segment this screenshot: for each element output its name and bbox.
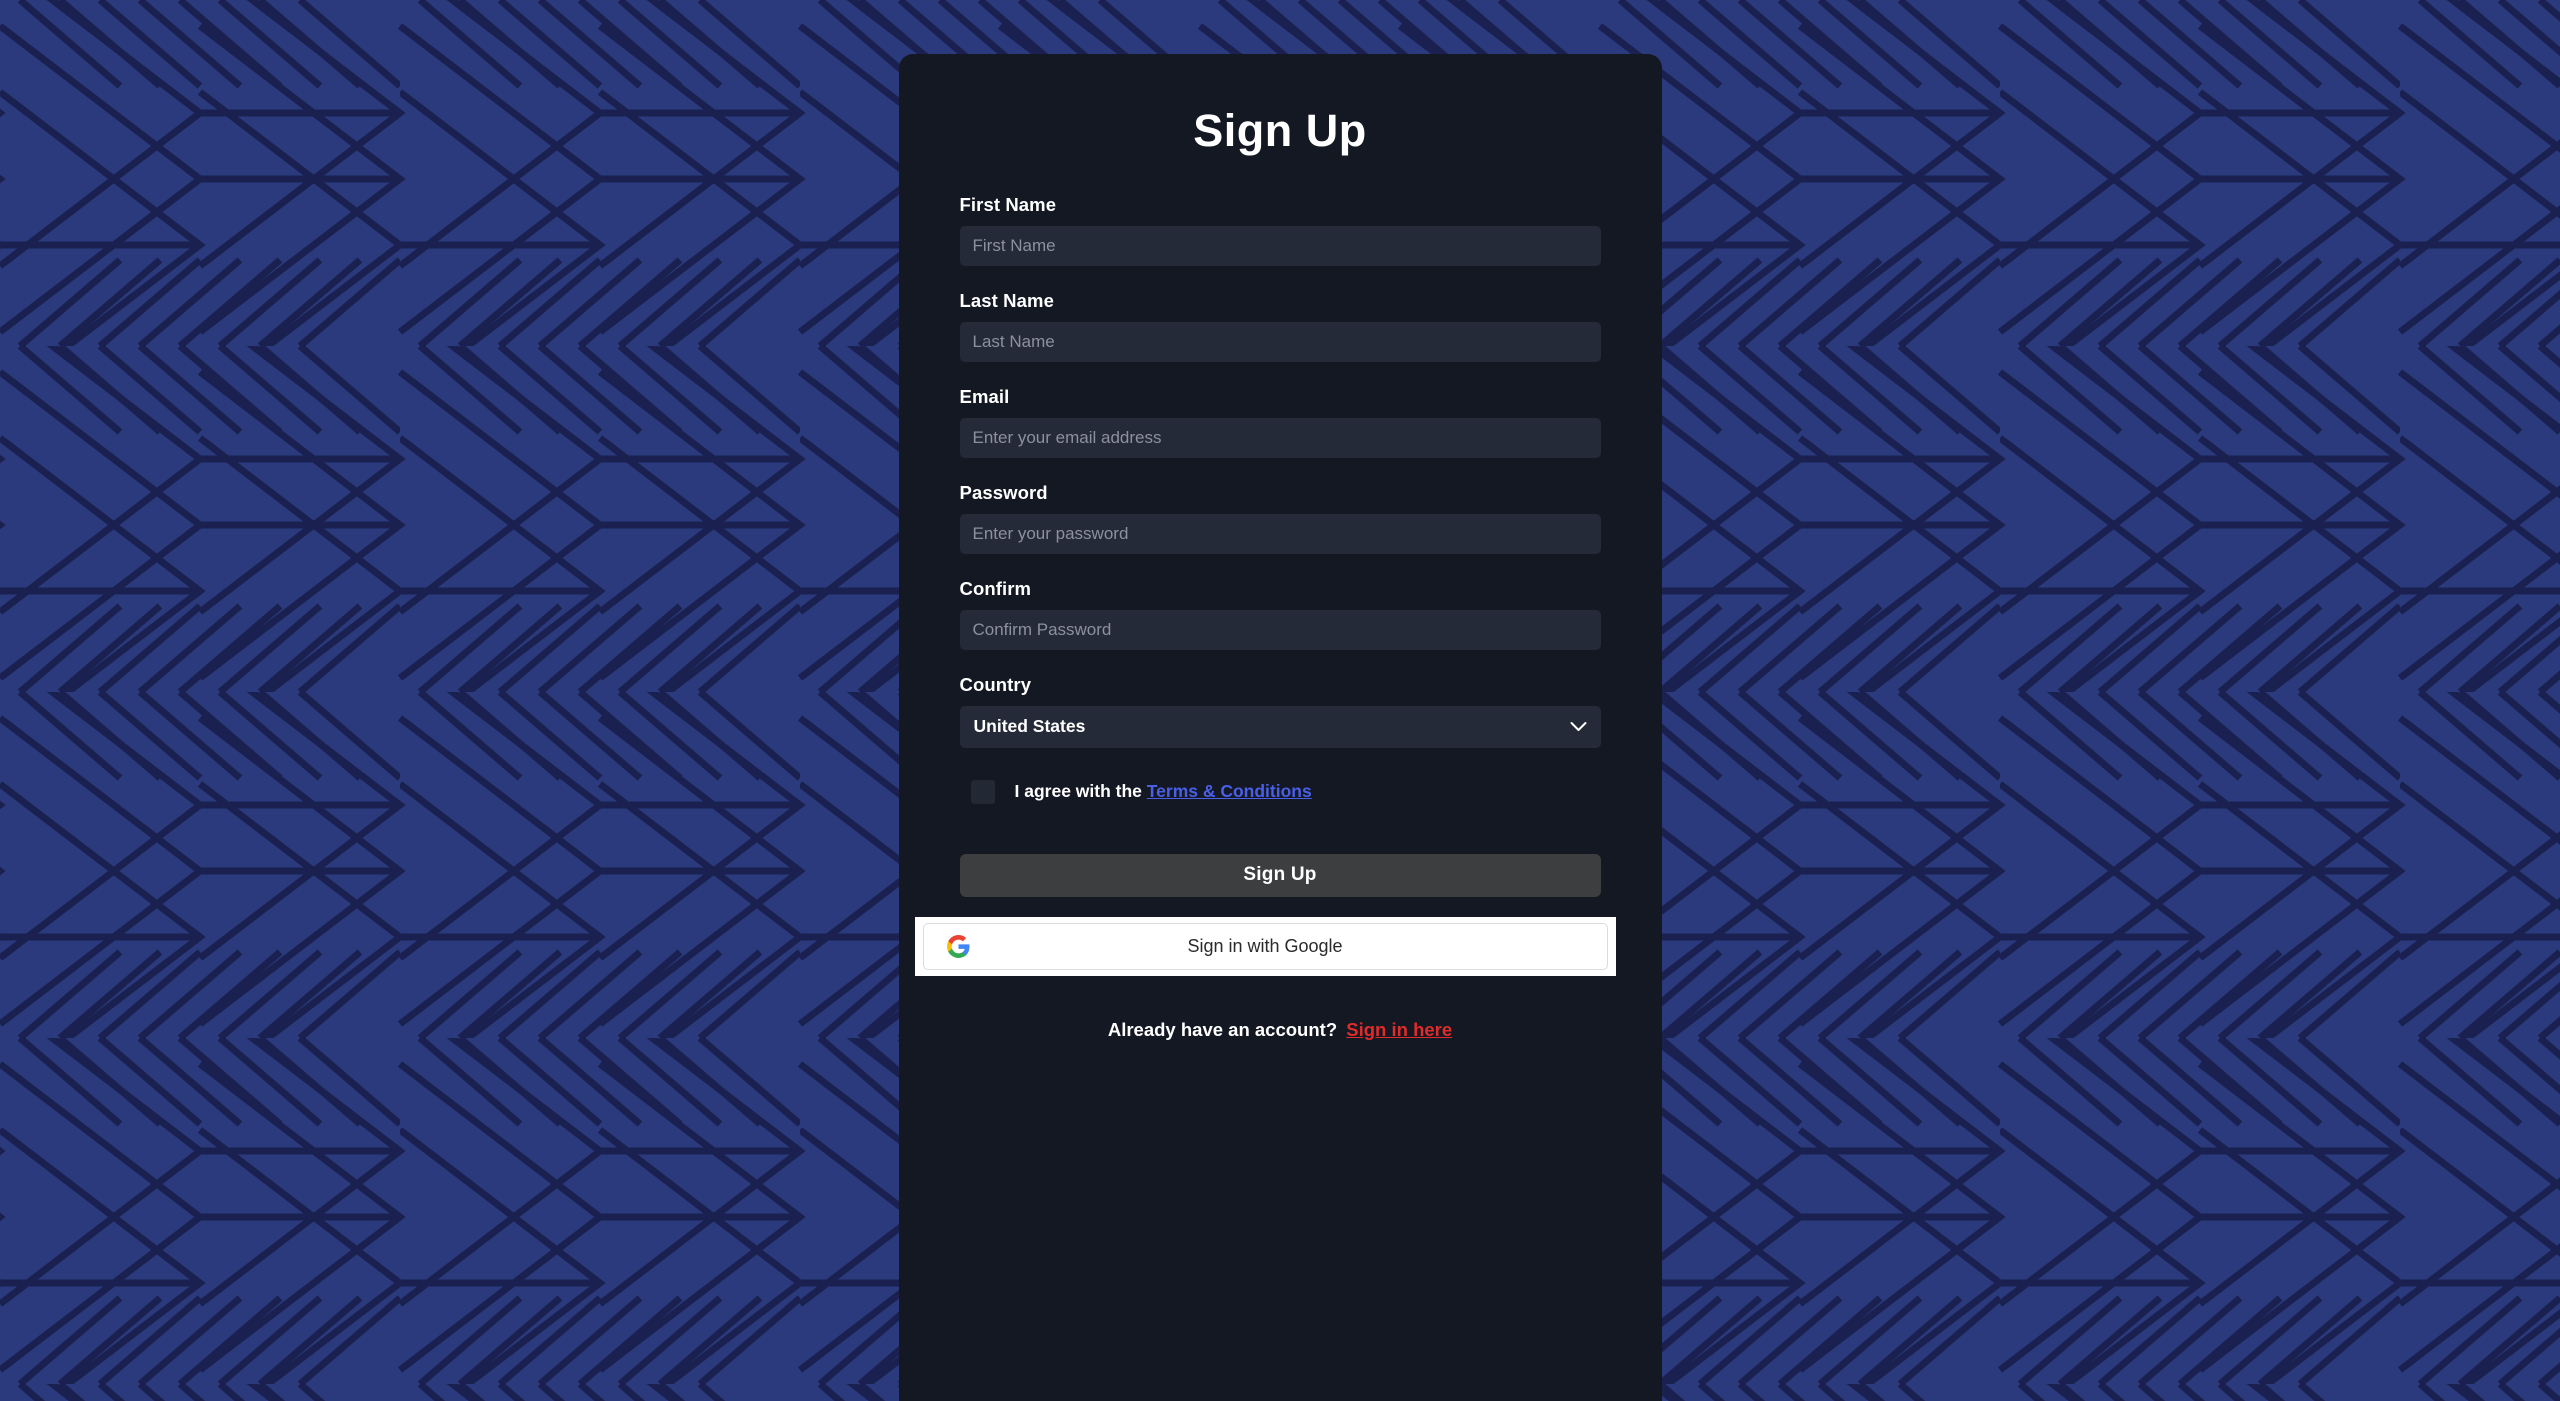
first-name-input[interactable] bbox=[959, 225, 1601, 266]
field-group-password: Password bbox=[959, 481, 1601, 554]
field-group-last-name: Last Name bbox=[959, 289, 1601, 362]
sign-in-here-link[interactable]: Sign in here bbox=[1346, 1019, 1452, 1040]
google-signin-strip: Sign in with Google bbox=[914, 916, 1616, 976]
google-signin-button[interactable]: Sign in with Google bbox=[922, 922, 1608, 970]
signup-submit-button[interactable]: Sign Up bbox=[959, 853, 1601, 897]
password-label: Password bbox=[959, 481, 1048, 503]
country-select[interactable]: United States bbox=[959, 705, 1601, 748]
email-label: Email bbox=[959, 385, 1010, 407]
first-name-label: First Name bbox=[959, 193, 1057, 215]
country-select-value: United States bbox=[973, 716, 1086, 736]
signin-footer: Already have an account? Sign in here bbox=[960, 1019, 1601, 1041]
signin-footer-prompt: Already have an account? bbox=[1107, 1018, 1338, 1040]
country-label: Country bbox=[959, 673, 1032, 695]
terms-text: I agree with the Terms & Conditions bbox=[1015, 781, 1312, 802]
terms-agreement-row: I agree with the Terms & Conditions bbox=[960, 779, 1601, 804]
email-input[interactable] bbox=[959, 417, 1601, 458]
password-input[interactable] bbox=[959, 513, 1601, 554]
confirm-password-label: Confirm bbox=[959, 577, 1032, 599]
page-wrapper: Sign Up First Name Last Name Email Passw… bbox=[0, 0, 2560, 1401]
terms-checkbox[interactable] bbox=[970, 779, 995, 804]
page-title: Sign Up bbox=[1193, 105, 1367, 156]
last-name-input[interactable] bbox=[959, 321, 1601, 362]
field-group-country: Country United States bbox=[959, 673, 1601, 748]
country-select-wrapper: United States bbox=[959, 705, 1601, 748]
google-signin-label: Sign in with Google bbox=[1187, 935, 1343, 956]
google-g-icon bbox=[946, 934, 971, 959]
signup-card: Sign Up First Name Last Name Email Passw… bbox=[898, 54, 1662, 1401]
terms-text-label: I agree with the bbox=[1014, 781, 1142, 801]
field-group-email: Email bbox=[959, 385, 1601, 458]
last-name-label: Last Name bbox=[959, 289, 1054, 311]
terms-and-conditions-link[interactable]: Terms & Conditions bbox=[1147, 781, 1312, 801]
confirm-password-input[interactable] bbox=[959, 609, 1601, 650]
field-group-first-name: First Name bbox=[959, 193, 1601, 266]
field-group-confirm-password: Confirm bbox=[959, 577, 1601, 650]
